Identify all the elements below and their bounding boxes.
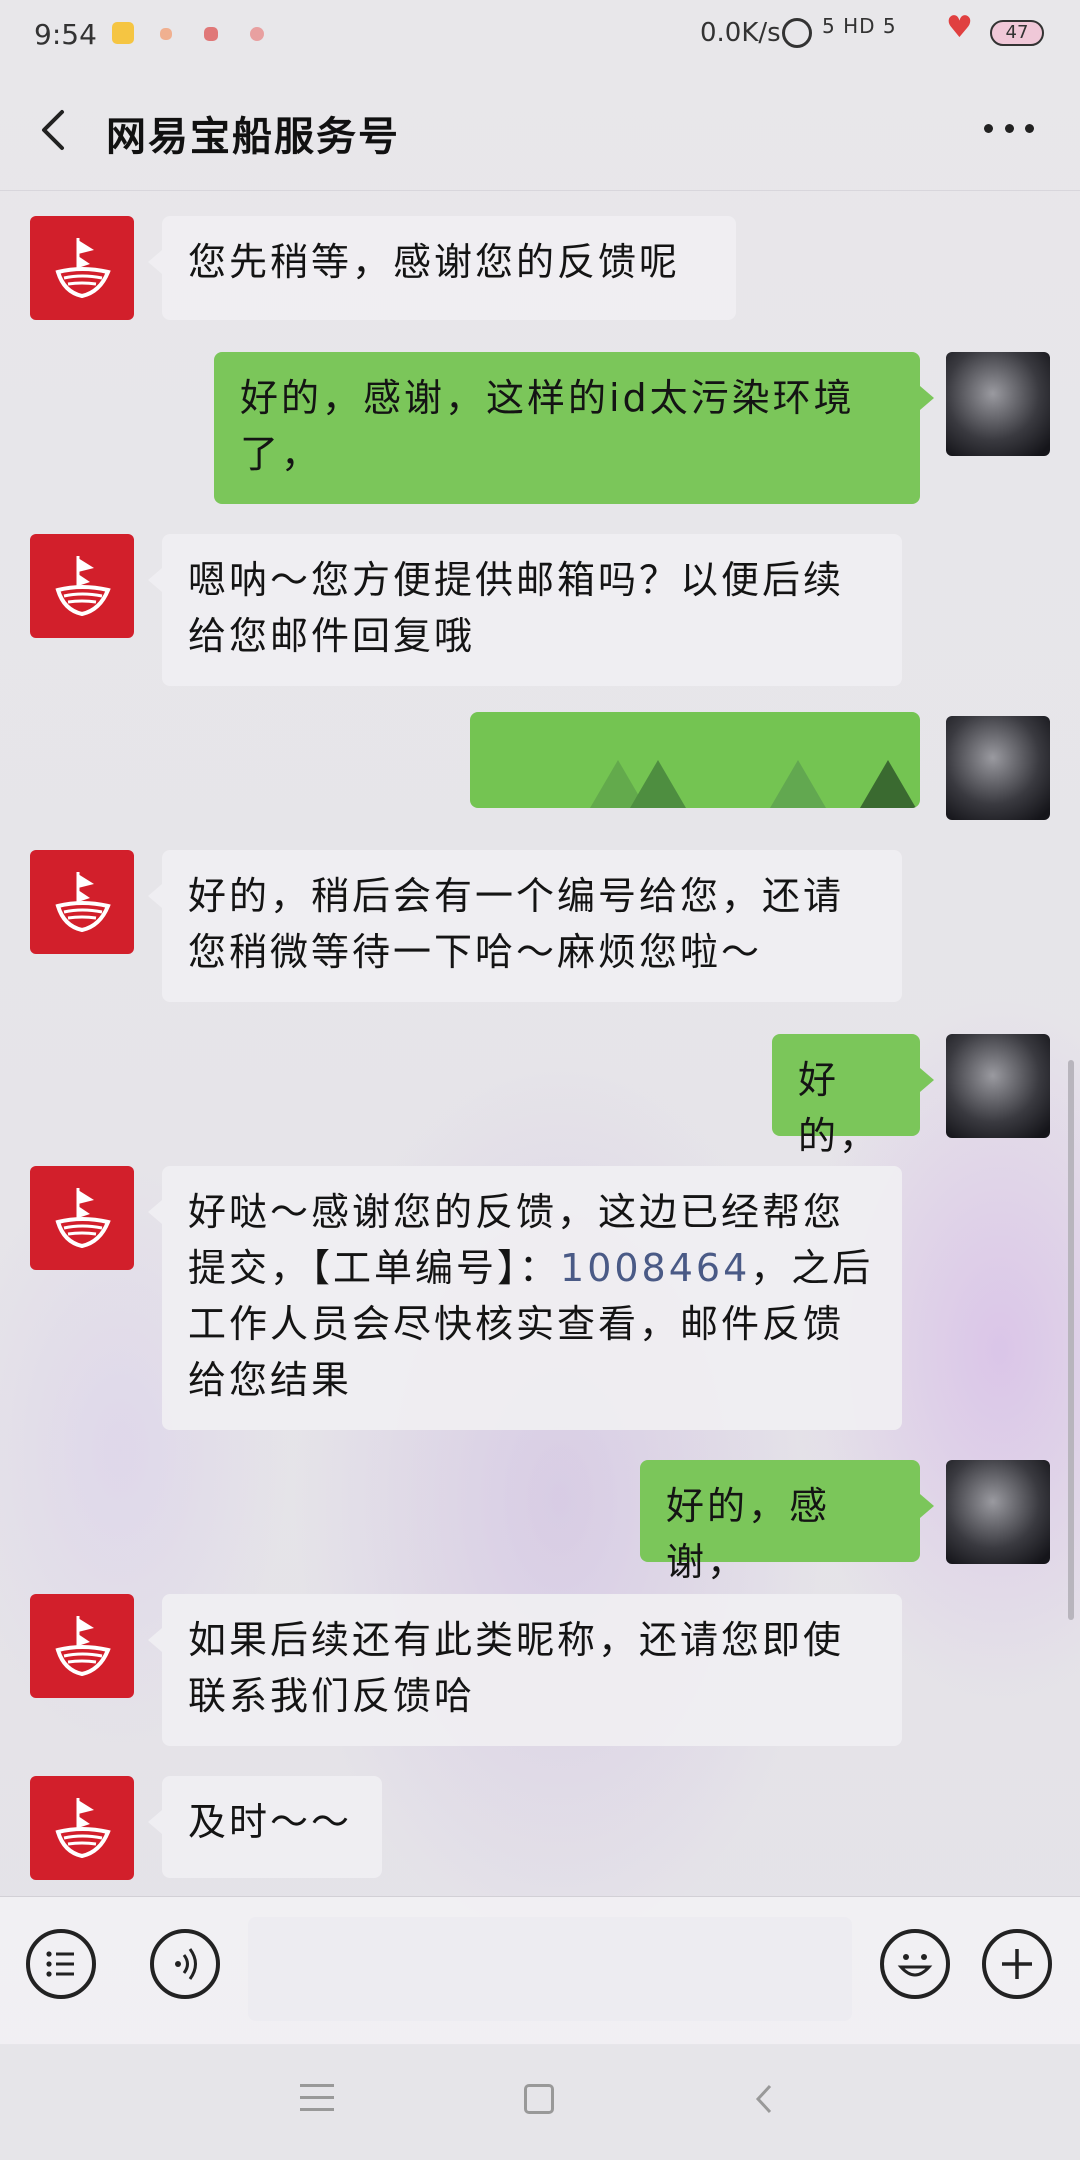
input-bar [0,1896,1080,2045]
message-row: 您先稍等，感谢您的反馈呢 [0,216,1080,322]
received-message-bubble: 您先稍等，感谢您的反馈呢 [148,216,736,320]
status-bar: 9:54 0.0K/s 5 HD 5 ♥ 47 [0,0,1080,70]
emoji-icon[interactable] [880,1929,950,1999]
home-icon[interactable] [524,2084,554,2114]
recent-apps-icon[interactable] [300,2084,334,2114]
netease-avatar[interactable] [30,1776,134,1880]
received-message-bubble: 好的，稍后会有一个编号给您，还请您稍微等待一下哈～麻烦您啦～ [148,850,902,1002]
message-row: 好的，稍后会有一个编号给您，还请您稍微等待一下哈～麻烦您啦～ [0,850,1080,1004]
signal-icon: 5 HD 5 [822,14,897,38]
header-divider [0,190,1080,191]
plus-icon[interactable] [982,1929,1052,1999]
netease-avatar[interactable] [30,1594,134,1698]
message-input[interactable] [248,1917,852,2021]
alarm-icon [782,18,812,48]
heart-icon: ♥ [946,10,973,45]
sent-message-bubble: 好的， [772,1034,934,1158]
page-title: 网易宝船服务号 [106,114,400,160]
redacted-sent-message [470,712,920,808]
netease-avatar[interactable] [30,534,134,638]
message-row: 好的，感谢， [0,1460,1080,1584]
status-time: 9:54 [34,18,97,51]
message-row: 及时～～ [0,1776,1080,1882]
network-speed: 0.0K/s [700,18,781,48]
netease-avatar[interactable] [30,1166,134,1270]
ticket-number-link[interactable]: 1008464 [560,1246,750,1290]
message-row: 如果后续还有此类昵称，还请您即使联系我们反馈哈 [0,1594,1080,1748]
received-message-bubble: 及时～～ [148,1776,382,1878]
chevron-left-icon[interactable] [30,104,82,156]
chat-header: 网易宝船服务号 [0,70,1080,190]
notification-dot-icon [204,27,218,41]
user-avatar[interactable] [946,716,1050,820]
message-row: 嗯呐～您方便提供邮箱吗？以便后续给您邮件回复哦 [0,534,1080,688]
list-menu-icon[interactable] [26,1929,96,1999]
notification-dot-icon [250,27,264,41]
ship-logo-icon [55,872,111,933]
more-dots-icon[interactable] [984,124,1034,138]
notification-app-icon [112,22,134,44]
ship-logo-icon [55,1616,111,1677]
user-avatar[interactable] [946,1460,1050,1564]
user-avatar[interactable] [946,352,1050,456]
message-row: 好哒～感谢您的反馈，这边已经帮您提交，【工单编号】：1008464，之后工作人员… [0,1166,1080,1432]
scrollbar[interactable] [1068,1060,1074,1620]
message-row: 好的，感谢，这样的id太污染环境了， [0,350,1080,506]
notification-dot-icon [160,28,172,40]
ship-logo-icon [55,238,111,299]
voice-icon[interactable] [150,1929,220,1999]
sent-message-bubble: 好的，感谢， [640,1460,934,1584]
received-message-bubble: 如果后续还有此类昵称，还请您即使联系我们反馈哈 [148,1594,902,1746]
received-message-bubble: 嗯呐～您方便提供邮箱吗？以便后续给您邮件回复哦 [148,534,902,686]
netease-avatar[interactable] [30,850,134,954]
back-icon[interactable] [748,2082,782,2116]
ship-logo-icon [55,1798,111,1859]
system-nav-bar [0,2044,1080,2160]
received-message-bubble: 好哒～感谢您的反馈，这边已经帮您提交，【工单编号】：1008464，之后工作人员… [148,1166,902,1430]
battery-icon: 47 [990,20,1044,46]
sent-message-bubble: 好的，感谢，这样的id太污染环境了， [214,352,934,504]
ship-logo-icon [55,1188,111,1249]
ship-logo-icon [55,556,111,617]
message-row: 好的， [0,1032,1080,1158]
user-avatar[interactable] [946,1034,1050,1138]
netease-avatar[interactable] [30,216,134,320]
